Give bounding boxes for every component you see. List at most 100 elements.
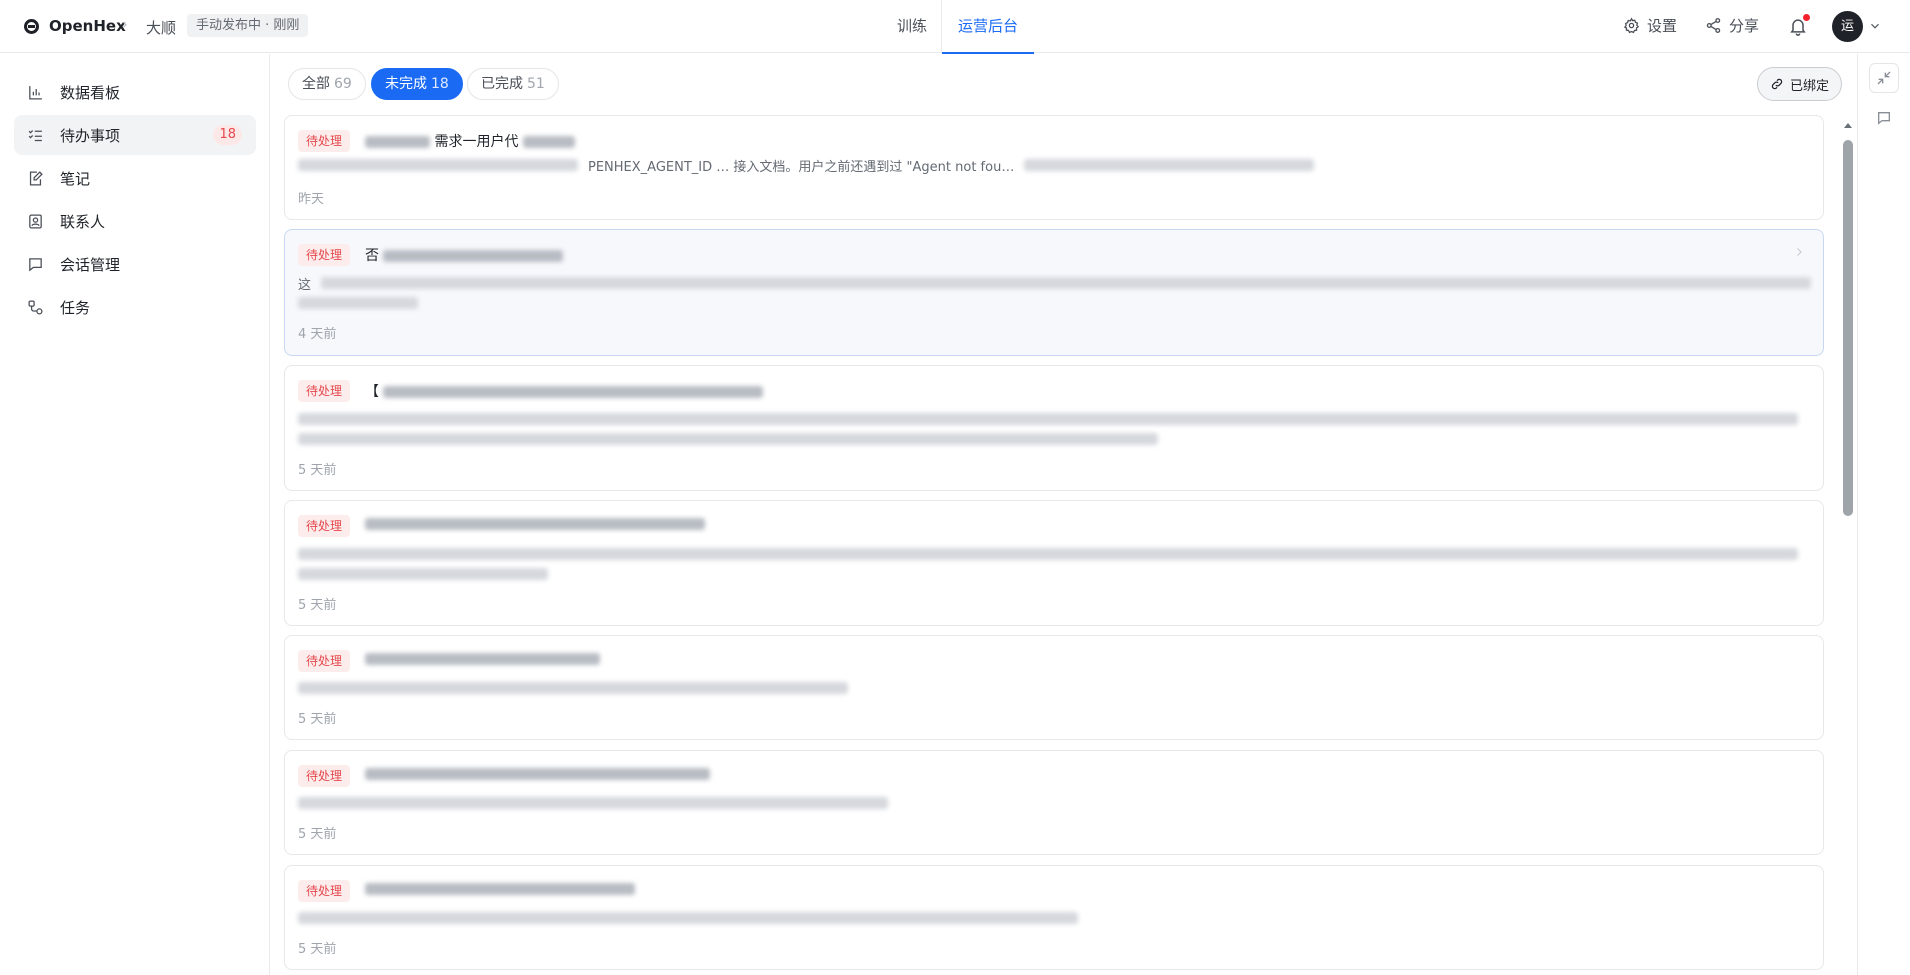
link-icon [1771,78,1783,90]
sidebar-item-contacts[interactable]: 联系人 [14,201,256,241]
todo-time: 昨天 [298,192,325,207]
todo-card[interactable]: 待处理 5 天前 [284,865,1824,970]
app-logo[interactable]: OpenHex [24,17,126,35]
filter-incomplete[interactable]: 未完成 18 [371,68,463,100]
todo-card[interactable]: 待处理 5 天前 [284,500,1824,626]
todo-card[interactable]: 待处理 【 5 天前 [284,365,1824,491]
redacted-text [1024,159,1315,171]
redacted-text [298,912,1078,924]
filter-count: 51 [527,76,545,92]
todo-description [298,911,1078,925]
todo-description [298,796,888,810]
redacted-text [298,159,578,171]
todo-time: 5 天前 [298,463,337,478]
status-tag: 待处理 [298,765,351,787]
sidebar-item-label: 任务 [60,298,91,317]
todo-card[interactable]: 待处理 5 天前 [284,750,1824,855]
todo-desc-text: PENHEX_AGENT_ID … 接入文档。用户之前还遇到过 "Agent n… [588,159,1015,175]
filter-count: 18 [431,76,449,92]
bar-chart-icon [29,85,42,100]
avatar[interactable]: 运 [1832,11,1863,42]
comments-button[interactable] [1869,103,1899,133]
comment-icon [1878,112,1890,125]
scrollbar-thumb[interactable] [1843,140,1853,516]
todo-title-text: 否 [365,248,379,264]
todo-card[interactable]: 待处理 需求一用户代 PENHEX_AGENT_ID … 接入文档。用户之前还遇… [284,115,1824,220]
settings-label: 设置 [1647,17,1678,35]
todo-title: 【 [365,381,764,401]
filter-count: 69 [334,76,352,92]
status-tag: 待处理 [298,880,351,902]
redacted-text [365,768,710,780]
todo-description-line [298,296,418,310]
todo-description: 这 [298,276,1812,293]
app-name: OpenHex [49,17,126,35]
todo-card[interactable]: 待处理 5 天前 [284,635,1824,740]
share-label: 分享 [1729,17,1760,35]
todo-time: 5 天前 [298,712,337,727]
filter-label: 未完成 [385,76,427,92]
workflow-icon [28,299,43,315]
sidebar-item-conversations[interactable]: 会话管理 [14,244,256,284]
todo-time: 5 天前 [298,827,337,842]
todo-title: 需求一用户代 [365,131,575,151]
redacted-text [298,797,888,809]
breadcrumb-project[interactable]: 大顺 [146,17,176,38]
main-content: 全部 69 未完成 18 已完成 51 已绑定 待处理 需求一用户代 PENHEX_A… [271,54,1857,975]
status-tag: 待处理 [298,380,351,402]
filter-completed[interactable]: 已完成 51 [467,68,559,100]
scroll-up-arrow-icon[interactable] [1843,121,1853,131]
breadcrumb-separator: › [122,17,128,33]
share-icon [1706,18,1721,33]
checklist-icon [28,129,42,141]
redacted-text [298,297,418,309]
todo-title-text: 【 [365,384,379,400]
todo-description [298,681,848,695]
todo-title [365,766,710,782]
todo-title [365,651,600,667]
todo-description-line [298,567,548,581]
filter-all[interactable]: 全部 69 [288,68,366,100]
sidebar-item-notes[interactable]: 笔记 [14,158,256,198]
sidebar-item-label: 会话管理 [60,255,121,274]
sidebar-item-tasks[interactable]: 任务 [14,287,256,327]
redacted-text [365,653,600,665]
collapse-arrows-icon [1877,71,1891,85]
share-button[interactable]: 分享 [1705,15,1759,36]
tab-training[interactable]: 训练 [897,0,927,53]
tab-operations[interactable]: 运营后台 [942,0,1035,54]
right-rail [1857,54,1910,975]
bound-label: 已绑定 [1790,78,1830,94]
todo-time: 5 天前 [298,942,337,957]
gear-icon [1623,17,1640,34]
chevron-down-icon[interactable] [1868,19,1882,33]
sidebar-item-label: 联系人 [60,212,106,231]
sidebar-item-label: 笔记 [60,169,91,188]
status-tag: 待处理 [298,244,351,266]
sidebar-item-label: 数据看板 [60,83,121,102]
sidebar-item-label: 待办事项 [60,126,121,145]
todo-card[interactable]: 待处理 否 这 4 天前 [284,229,1824,356]
bound-button[interactable]: 已绑定 [1757,67,1843,101]
publish-status-badge: 手动发布中 · 刚刚 [187,14,309,37]
redacted-text [298,568,548,580]
redacted-text [298,433,1158,445]
chevron-right-icon [1797,248,1802,256]
redacted-text [365,136,430,148]
collapse-panel-button[interactable] [1869,63,1899,93]
openhex-logo-icon [24,18,39,34]
todo-description-line [298,432,1158,446]
redacted-text [365,883,635,895]
todo-time: 4 天前 [298,327,337,342]
todo-title [365,516,705,532]
redacted-text [383,386,764,398]
todo-count-badge: 18 [213,125,242,145]
chat-bubble-icon [29,257,42,271]
redacted-text [298,413,1798,425]
settings-button[interactable]: 设置 [1623,15,1677,36]
todo-title-text: 需求一用户代 [434,134,519,150]
status-tag: 待处理 [298,650,351,672]
sidebar-item-dashboard[interactable]: 数据看板 [14,72,256,112]
todo-time: 5 天前 [298,598,337,613]
sidebar-item-todos[interactable]: 待办事项 18 [14,115,256,155]
